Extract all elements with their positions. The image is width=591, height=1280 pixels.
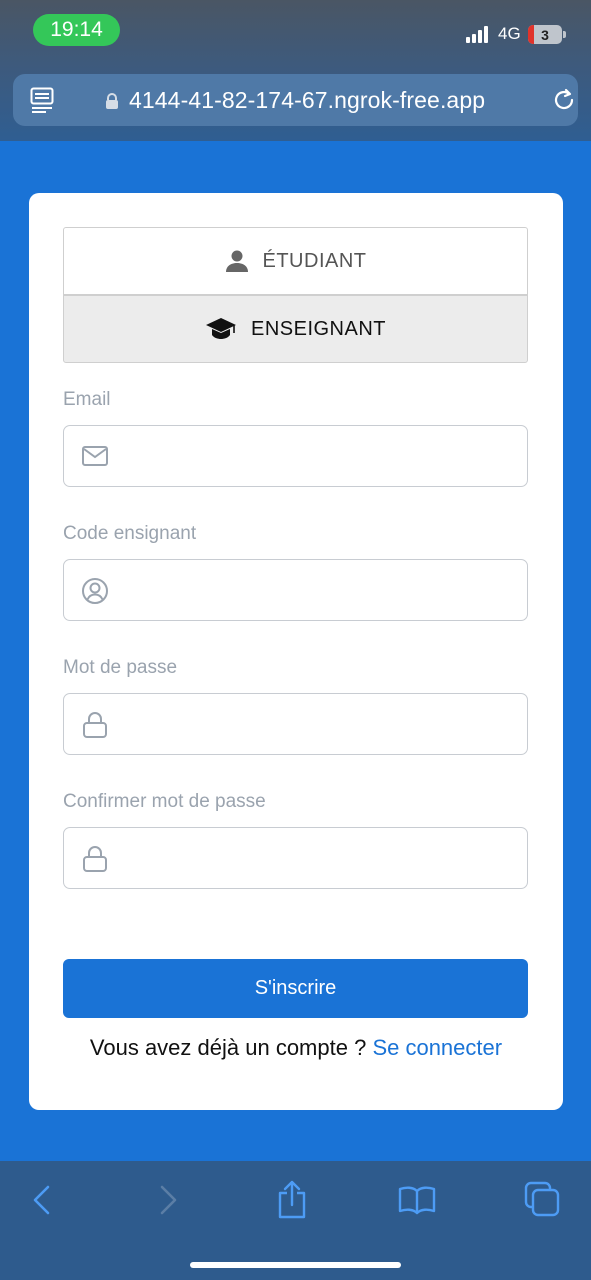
browser-toolbar bbox=[0, 1161, 591, 1280]
code-field[interactable] bbox=[63, 559, 528, 621]
bookmarks-icon[interactable] bbox=[398, 1185, 436, 1215]
mail-icon bbox=[82, 446, 108, 466]
home-indicator bbox=[190, 1262, 401, 1268]
signup-button[interactable]: S'inscrire bbox=[63, 959, 528, 1018]
role-student-label: ÉTUDIANT bbox=[262, 249, 367, 272]
battery-level: 3 bbox=[541, 26, 549, 43]
role-student-button[interactable]: ÉTUDIANT bbox=[63, 227, 528, 295]
role-teacher-button[interactable]: ENSEIGNANT bbox=[63, 295, 528, 363]
confirm-password-label: Confirmer mot de passe bbox=[63, 791, 266, 812]
reader-menu-icon[interactable] bbox=[30, 87, 54, 113]
tabs-icon[interactable] bbox=[524, 1181, 560, 1217]
graduation-cap-icon bbox=[205, 318, 236, 339]
user-circle-icon bbox=[82, 578, 108, 604]
confirm-password-input[interactable] bbox=[124, 838, 514, 878]
code-label: Code ensignant bbox=[63, 523, 197, 544]
reload-icon[interactable] bbox=[551, 87, 577, 113]
back-icon[interactable] bbox=[30, 1183, 54, 1217]
password-input[interactable] bbox=[124, 704, 514, 744]
lock-icon bbox=[106, 93, 118, 109]
share-icon[interactable] bbox=[276, 1179, 308, 1219]
password-field[interactable] bbox=[63, 693, 528, 755]
signin-prompt: Vous avez déjà un compte ? bbox=[89, 1035, 373, 1060]
battery-icon: 3 bbox=[528, 25, 562, 44]
signin-prompt-line: Vous avez déjà un compte ? Se connecter bbox=[29, 1035, 563, 1061]
status-time: 19:14 bbox=[33, 14, 120, 46]
forward-icon[interactable] bbox=[156, 1183, 180, 1217]
lock-icon bbox=[83, 712, 107, 738]
battery-tip bbox=[563, 31, 566, 38]
password-label: Mot de passe bbox=[63, 657, 178, 678]
lock-icon bbox=[83, 846, 107, 872]
signin-link[interactable]: Se connecter bbox=[372, 1035, 502, 1060]
network-type: 4G bbox=[498, 24, 521, 43]
role-teacher-label: ENSEIGNANT bbox=[250, 317, 387, 340]
address-bar[interactable]: 4144-41-82-174-67.ngrok-free.app bbox=[13, 74, 578, 126]
confirm-password-field[interactable] bbox=[63, 827, 528, 889]
url-text: 4144-41-82-174-67.ngrok-free.app bbox=[129, 87, 486, 113]
signup-card: ÉTUDIANT ENSEIGNANT Email Code ensignant… bbox=[29, 193, 563, 1110]
signal-icon bbox=[466, 26, 488, 43]
email-label: Email bbox=[63, 389, 111, 410]
email-field[interactable] bbox=[63, 425, 528, 487]
email-input[interactable] bbox=[124, 436, 514, 476]
person-icon bbox=[225, 250, 248, 272]
code-input[interactable] bbox=[124, 570, 514, 610]
browser-top-area: 19:14 4G 3 4144-41-82-174-67.ngrok-free.… bbox=[0, 0, 591, 141]
